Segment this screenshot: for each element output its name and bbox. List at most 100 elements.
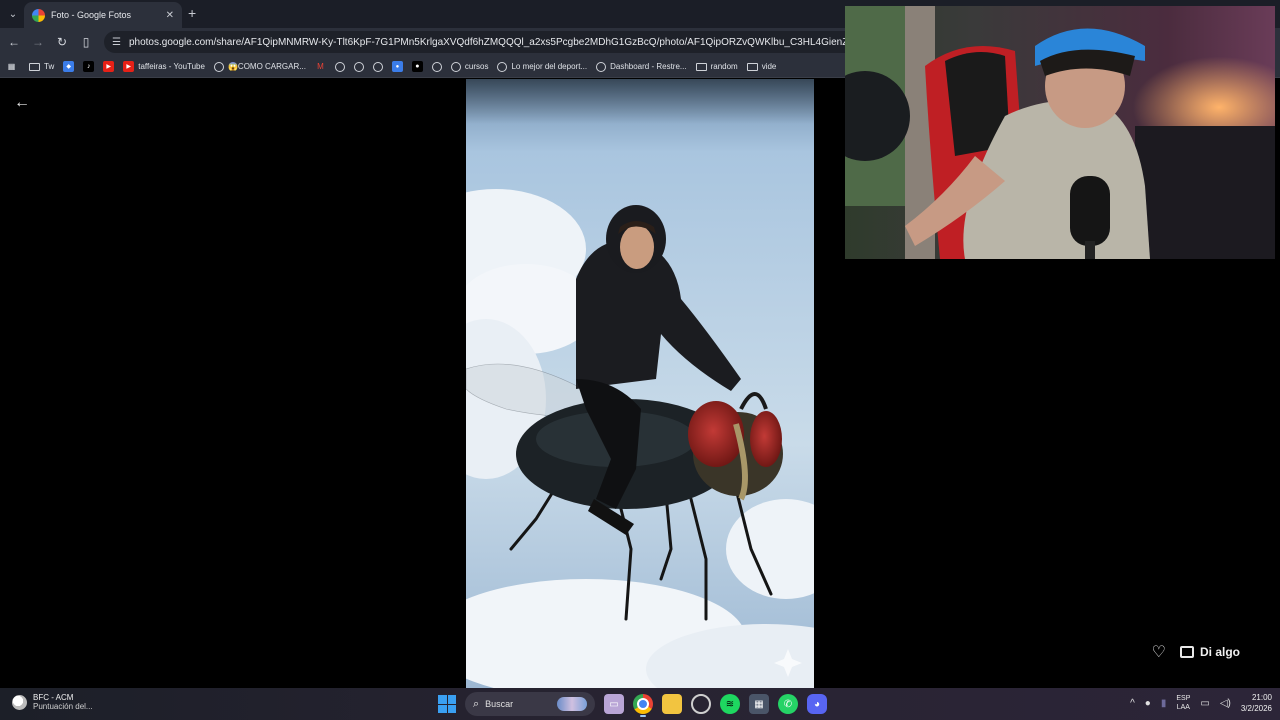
clock[interactable]: 21:00 3/2/2026 xyxy=(1241,692,1272,714)
close-tab-icon[interactable]: ✕ xyxy=(166,10,174,21)
dark-app-icon: ● xyxy=(411,61,423,72)
volume-icon[interactable]: ◁) xyxy=(1220,698,1231,709)
comment-label: Di algo xyxy=(1199,645,1240,659)
taskbar-apps: ⌕ Buscar ▭ ≋ ▦ ✆ ◕ xyxy=(438,692,827,717)
bookmark-label: 😱COMO CARGAR... xyxy=(227,62,306,71)
store-icon[interactable]: ▦ xyxy=(749,694,769,714)
task-view-icon[interactable]: ▭ xyxy=(604,694,624,714)
youtube-icon: ▶ xyxy=(103,61,115,72)
tray-app-icon[interactable]: ● xyxy=(1145,698,1151,709)
address-bar[interactable]: ☰ photos.google.com/share/AF1QipMNMRW-Ky… xyxy=(104,31,864,53)
system-tray: ^ ● ▮ ESP LAA ▭ ◁) 21:00 3/2/2026 xyxy=(1130,692,1272,714)
photo-actions: ♡ Di algo xyxy=(1152,642,1240,662)
tab-google-photos[interactable]: Foto - Google Fotos ✕ xyxy=(24,2,182,28)
blue-app-icon: ● xyxy=(391,61,403,72)
globe-icon xyxy=(372,61,383,72)
bookmark-item[interactable]: ● xyxy=(411,61,423,72)
widget-title: BFC - ACM xyxy=(33,693,74,702)
url-text: photos.google.com/share/AF1QipMNMRW-Ky-T… xyxy=(128,36,864,48)
globe-icon xyxy=(431,61,442,72)
bookmark-label: cursos xyxy=(464,62,489,71)
bookmark-label: taffeiras - YouTube xyxy=(138,62,205,71)
bookmark-item[interactable]: 😱COMO CARGAR... xyxy=(213,61,306,72)
bookmark-item[interactable]: cursos xyxy=(450,61,489,72)
taskbar: BFC - ACM Puntuación del... ⌕ Buscar ▭ ≋… xyxy=(0,688,1280,720)
language-code: ESP xyxy=(1176,695,1191,702)
bookmark-item[interactable] xyxy=(372,61,383,72)
photo-illustration xyxy=(466,79,814,688)
discord-icon[interactable]: ◕ xyxy=(807,694,827,714)
globe-icon xyxy=(353,61,364,72)
folder-icon xyxy=(746,62,758,71)
webcam-overlay xyxy=(845,6,1275,259)
bookmark-item[interactable]: M xyxy=(315,61,326,72)
bookmark-item[interactable]: ◆ xyxy=(63,61,75,72)
reload-icon[interactable]: ↻ xyxy=(53,33,71,51)
bookmark-item[interactable]: Lo mejor del deport... xyxy=(497,61,588,72)
back-arrow-icon[interactable]: ← xyxy=(12,93,32,113)
side-panel-icon[interactable]: ▯ xyxy=(77,33,95,51)
back-icon[interactable]: ← xyxy=(5,33,23,51)
bookmark-item[interactable]: ▶ xyxy=(103,61,115,72)
comment-icon xyxy=(1179,646,1194,658)
microphone-icon[interactable]: ▮ xyxy=(1161,698,1167,709)
bookmark-item[interactable]: Tw xyxy=(29,62,54,71)
bookmark-item[interactable] xyxy=(353,61,364,72)
widgets-news[interactable]: BFC - ACM Puntuación del... xyxy=(12,693,93,711)
bookmark-item[interactable] xyxy=(431,61,442,72)
widget-text: BFC - ACM Puntuación del... xyxy=(33,693,93,711)
new-tab-button[interactable]: + xyxy=(188,5,196,21)
comment-button[interactable]: Di algo xyxy=(1179,645,1240,659)
bookmark-label: Dashboard - Restre... xyxy=(610,62,687,71)
bookmark-label: Lo mejor del deport... xyxy=(511,62,588,71)
webcam-feed xyxy=(845,6,1275,259)
bookmark-item[interactable]: ● xyxy=(391,61,403,72)
whatsapp-icon[interactable]: ✆ xyxy=(778,694,798,714)
language-indicator[interactable]: ESP LAA xyxy=(1176,694,1190,712)
screen: ⌄ Foto - Google Fotos ✕ + ← → ↻ ▯ ☰ phot… xyxy=(0,0,1280,720)
date: 3/2/2026 xyxy=(1240,704,1272,713)
windows-start-icon[interactable] xyxy=(438,695,456,713)
chrome-icon[interactable] xyxy=(633,694,653,717)
bookmark-label: Tw xyxy=(44,62,55,71)
globe-icon xyxy=(596,61,607,72)
search-highlight-icon xyxy=(557,697,587,711)
search-icon: ⌕ xyxy=(473,697,480,710)
tab-title: Foto - Google Fotos xyxy=(51,10,132,20)
dev-app-icon[interactable] xyxy=(691,694,711,714)
gmail-icon: M xyxy=(317,62,324,71)
globe-icon xyxy=(497,61,508,72)
keyboard-layout: LAA xyxy=(1176,704,1190,711)
network-icon[interactable]: ▭ xyxy=(1200,698,1209,709)
chevron-up-icon[interactable]: ^ xyxy=(1130,698,1135,709)
taskbar-search[interactable]: ⌕ Buscar xyxy=(465,692,595,716)
globe-icon xyxy=(334,61,345,72)
folder-icon xyxy=(29,62,40,71)
bookmark-label: vide xyxy=(761,62,777,71)
bookmark-item[interactable]: Dashboard - Restre... xyxy=(596,61,687,72)
soccer-ball-icon xyxy=(12,694,27,710)
search-placeholder: Buscar xyxy=(485,699,514,709)
tiktok-icon: ♪ xyxy=(83,61,95,72)
bookmark-item[interactable]: random xyxy=(695,62,738,71)
photo-image[interactable] xyxy=(466,79,814,688)
globe-icon xyxy=(213,61,224,72)
site-info-icon[interactable]: ☰ xyxy=(112,37,121,48)
widget-subtitle: Puntuación del... xyxy=(33,702,93,711)
bookmark-item[interactable]: ♪ xyxy=(83,61,95,72)
blue-app-icon: ◆ xyxy=(63,61,75,72)
bookmark-item[interactable]: vide xyxy=(746,62,777,71)
bookmark-item[interactable]: ▶ taffeiras - YouTube xyxy=(123,61,205,72)
forward-icon[interactable]: → xyxy=(29,33,47,51)
folder-icon xyxy=(695,62,707,71)
google-photos-icon xyxy=(32,8,45,22)
heart-icon[interactable]: ♡ xyxy=(1152,642,1166,662)
tab-search-chevron-icon[interactable]: ⌄ xyxy=(4,5,22,23)
file-explorer-icon[interactable] xyxy=(662,694,682,714)
time: 21:00 xyxy=(1251,693,1272,702)
bookmark-item[interactable] xyxy=(334,61,345,72)
globe-icon xyxy=(450,61,461,72)
spotify-icon[interactable]: ≋ xyxy=(720,694,740,714)
apps-grid-icon[interactable]: ▦ xyxy=(6,61,17,72)
youtube-icon: ▶ xyxy=(123,61,135,72)
